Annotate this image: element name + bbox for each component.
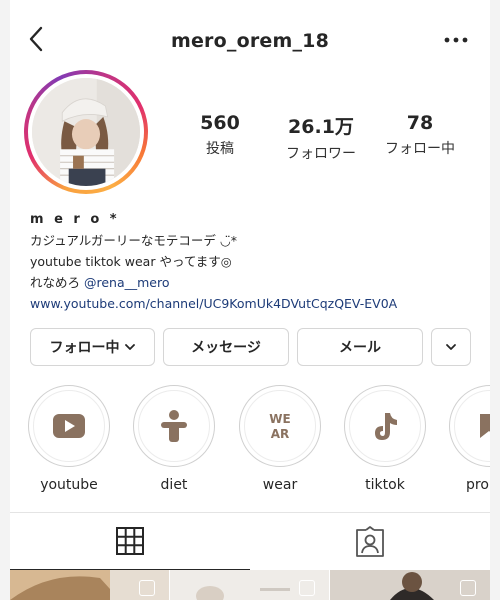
svg-text:AR: AR [271, 427, 290, 441]
profile-stats: 560 投稿 26.1万 フォロワー 78 フォロー中 [170, 112, 480, 162]
tab-tagged[interactable] [250, 513, 490, 570]
bio-website-link[interactable]: www.youtube.com/channel/UC9KomUk4DVutCqz… [30, 293, 480, 314]
posts-grid [10, 570, 490, 600]
highlight-tiktok[interactable]: tiktok [341, 385, 429, 493]
profile-tabs [10, 512, 490, 570]
following-button[interactable]: フォロー中 [30, 328, 155, 366]
chevron-down-icon [446, 344, 456, 350]
person-icon [161, 410, 187, 442]
bio-line: れなめろ @rena__mero [30, 272, 480, 293]
tiktok-icon [375, 413, 397, 440]
following-button-label: フォロー中 [49, 340, 120, 356]
bio-line: カジュアルガーリーなモテコーデ ◡̈* [30, 233, 238, 248]
stat-followers-count: 26.1万 [288, 116, 354, 138]
bookmark-icon [480, 414, 490, 438]
stat-posts-label: 投稿 [206, 141, 234, 157]
youtube-icon [53, 414, 85, 438]
profile-username: mero_orem_18 [170, 30, 330, 52]
tab-posts-grid[interactable] [10, 513, 250, 570]
stat-followers-label: フォロワー [286, 146, 356, 162]
ellipsis-icon[interactable] [442, 30, 470, 50]
avatar-photo [32, 78, 140, 186]
bio-mention-link[interactable]: @rena__mero [84, 275, 170, 290]
stat-following-label: フォロー中 [385, 141, 455, 157]
highlight-label: pro [466, 477, 489, 493]
highlight-wear[interactable]: WE AR wear [236, 385, 324, 493]
highlight-label: tiktok [365, 477, 405, 493]
stat-following-count: 78 [406, 112, 434, 134]
profile-display-name: m e r o * [30, 212, 120, 227]
message-button-label: メッセージ [191, 340, 261, 356]
post-thumbnail[interactable] [10, 570, 169, 600]
highlight-youtube[interactable]: youtube [25, 385, 113, 493]
multi-post-icon [460, 580, 476, 596]
bio-line-text: れなめろ [30, 275, 84, 290]
multi-post-icon [299, 580, 315, 596]
story-highlights: youtube diet WE AR wear tiktok pro [10, 385, 490, 495]
chevron-down-icon [124, 344, 135, 350]
multi-post-icon [139, 580, 155, 596]
highlight-label: wear [262, 477, 298, 493]
post-thumbnail[interactable] [330, 570, 490, 600]
highlight-pro[interactable]: pro [446, 385, 490, 493]
stat-following[interactable]: 78 フォロー中 [370, 112, 470, 158]
post-thumbnail[interactable] [170, 570, 329, 600]
email-button[interactable]: メール [297, 328, 423, 366]
bio-line: youtube tiktok wear やってます◎ [30, 254, 232, 269]
stat-followers[interactable]: 26.1万 フォロワー [271, 112, 371, 163]
tagged-person-icon [356, 525, 384, 557]
email-button-label: メール [339, 340, 381, 356]
message-button[interactable]: メッセージ [163, 328, 289, 366]
grid-icon [116, 527, 144, 555]
top-bar: mero_orem_18 [10, 0, 490, 80]
stat-posts-count: 560 [200, 112, 240, 134]
profile-bio: m e r o * カジュアルガーリーなモテコーデ ◡̈* youtube ti… [30, 209, 480, 314]
highlight-label: diet [160, 477, 188, 493]
avatar[interactable] [24, 70, 148, 194]
wear-logo-icon: WE AR [269, 412, 290, 441]
suggestions-dropdown-button[interactable] [431, 328, 471, 366]
highlight-label: youtube [40, 477, 98, 493]
highlight-diet[interactable]: diet [130, 385, 218, 493]
stat-posts[interactable]: 560 投稿 [170, 112, 270, 158]
svg-text:WE: WE [269, 412, 290, 426]
profile-screen: mero_orem_18 560 投稿 26.1万 フォロワー 78 フォロー中… [10, 0, 490, 600]
